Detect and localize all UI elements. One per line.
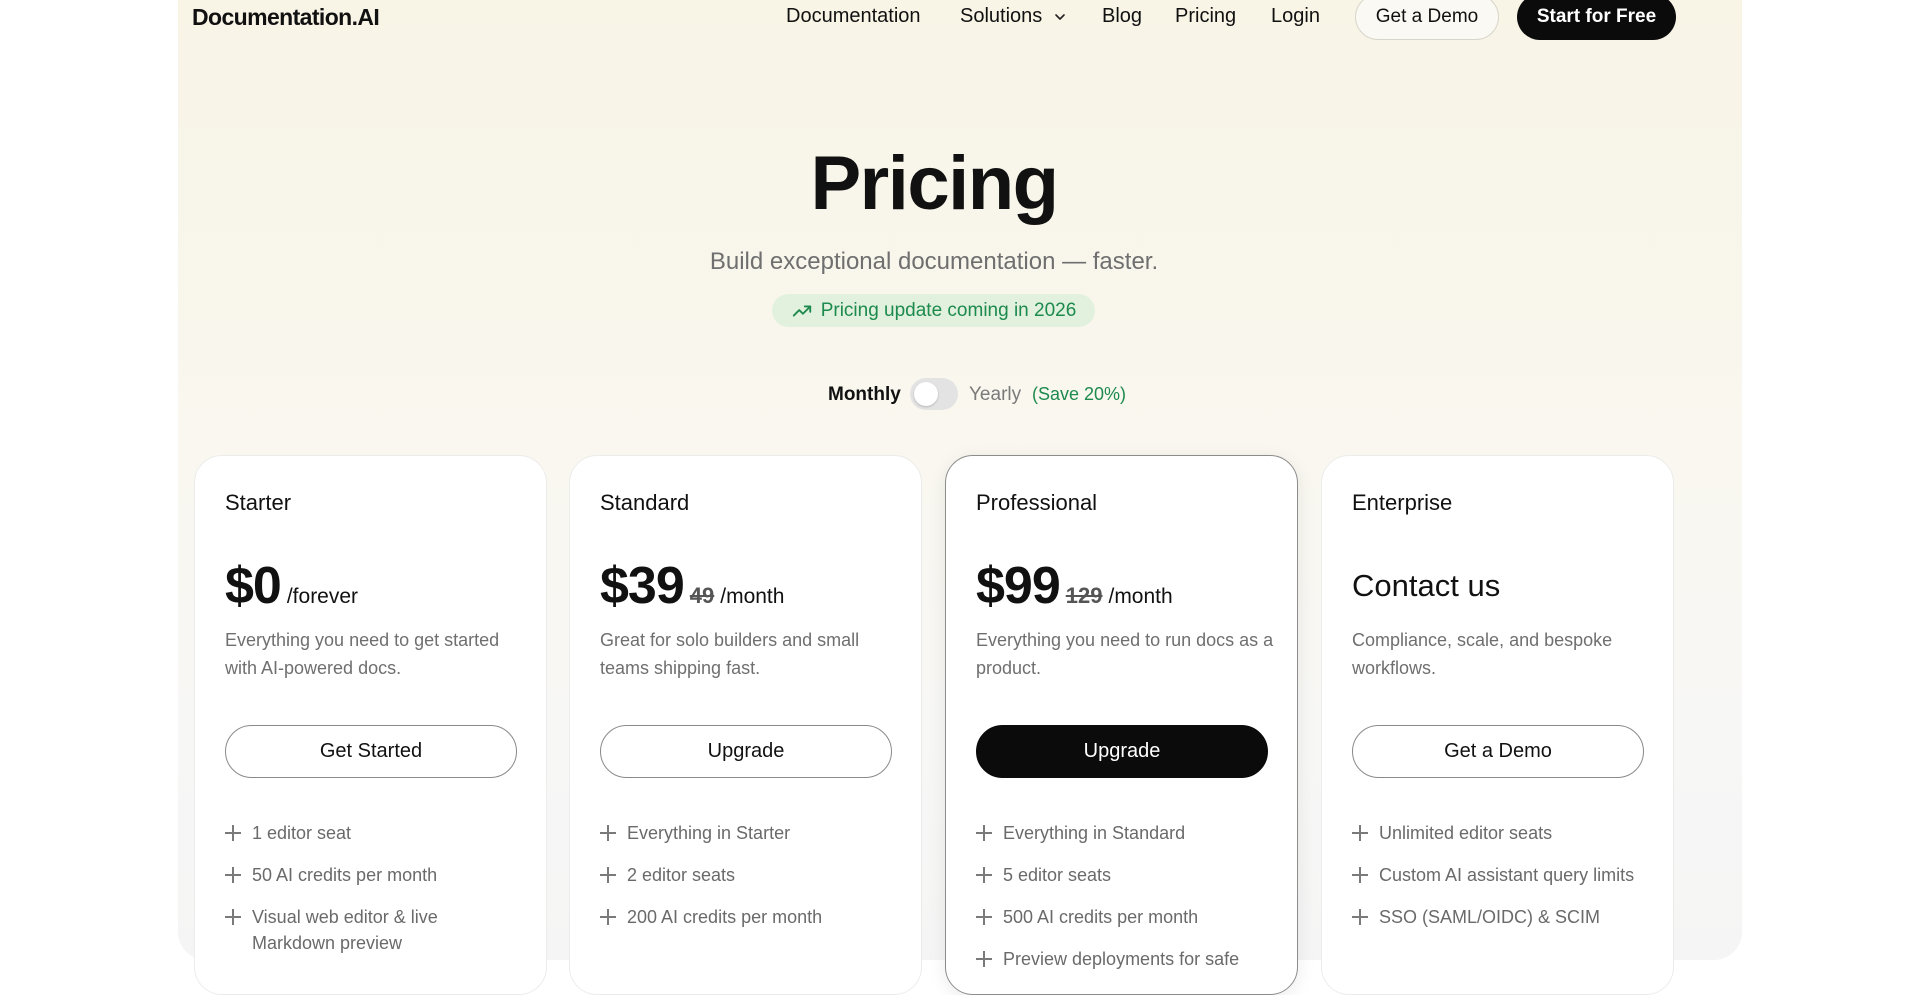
plan-old-price: 49 xyxy=(689,583,715,608)
plus-icon xyxy=(225,909,241,925)
feature-text: Visual web editor & live Markdown previe… xyxy=(252,907,438,953)
feature-text: Everything in Standard xyxy=(1003,823,1186,843)
start-free-button[interactable]: Start for Free xyxy=(1517,0,1676,40)
plan-description: Everything you need to get started with … xyxy=(225,630,500,678)
logo[interactable]: Documentation.AI xyxy=(192,4,380,31)
plus-icon xyxy=(1352,825,1368,841)
plus-icon xyxy=(225,867,241,883)
plan-name: Professional xyxy=(976,490,1098,515)
plan-name: Starter xyxy=(225,490,292,515)
plan-card-starter: Starter $0 /forever Everything you need … xyxy=(194,455,547,995)
feature-item: Unlimited editor seats xyxy=(1352,820,1652,846)
feature-item: SSO (SAML/OIDC) & SCIM xyxy=(1352,904,1652,930)
plan-card-professional: Professional $99 129 /month Everything y… xyxy=(945,455,1298,995)
plus-icon xyxy=(976,867,992,883)
pricing-notice-badge: Pricing update coming in 2026 xyxy=(772,294,1095,327)
plan-price: $39 xyxy=(600,557,685,615)
feature-list: 1 editor seat 50 AI credits per month Vi… xyxy=(225,820,525,972)
plan-price: $0 xyxy=(225,557,282,615)
feature-text: 50 AI credits per month xyxy=(252,865,438,885)
upgrade-button[interactable]: Upgrade xyxy=(976,725,1268,778)
monthly-label[interactable]: Monthly xyxy=(828,384,901,406)
plan-period: /month xyxy=(720,585,785,608)
plan-old-price: 129 xyxy=(1065,583,1103,608)
feature-text: 5 editor seats xyxy=(1003,865,1112,885)
feature-item: 500 AI credits per month xyxy=(976,904,1276,930)
plus-icon xyxy=(600,825,616,841)
feature-text: Unlimited editor seats xyxy=(1379,823,1553,843)
page-subtitle: Build exceptional documentation — faster… xyxy=(709,248,1159,275)
feature-text: 1 editor seat xyxy=(252,823,352,843)
plan-card-standard: Standard $39 49 /month Great for solo bu… xyxy=(569,455,922,995)
plan-period: /month xyxy=(1108,585,1173,608)
feature-item: Preview deployments for safe xyxy=(976,946,1276,972)
feature-item: 50 AI credits per month xyxy=(225,862,525,888)
pricing-notice-text: Pricing update coming in 2026 xyxy=(820,299,1077,321)
feature-item: 200 AI credits per month xyxy=(600,904,900,930)
nav-link-blog[interactable]: Blog xyxy=(1102,5,1142,28)
billing-switch[interactable] xyxy=(910,378,958,410)
feature-text: Everything in Starter xyxy=(627,823,791,843)
feature-item: Visual web editor & live Markdown previe… xyxy=(225,904,525,956)
feature-text: 2 editor seats xyxy=(627,865,736,885)
page-title: Pricing xyxy=(810,141,1059,226)
plus-icon xyxy=(225,825,241,841)
feature-item: Everything in Starter xyxy=(600,820,900,846)
plan-contact: Contact us xyxy=(1352,568,1501,603)
feature-item: Custom AI assistant query limits xyxy=(1352,862,1652,888)
plus-icon xyxy=(1352,867,1368,883)
plan-description: Compliance, scale, and bespoke workflows… xyxy=(1352,630,1613,678)
nav-link-pricing[interactable]: Pricing xyxy=(1175,5,1236,28)
feature-item: 2 editor seats xyxy=(600,862,900,888)
feature-text: SSO (SAML/OIDC) & SCIM xyxy=(1379,907,1601,927)
price-row: $99 129 /month xyxy=(976,556,1173,616)
nav-link-solutions[interactable]: Solutions xyxy=(960,5,1068,28)
get-demo-button[interactable]: Get a Demo xyxy=(1355,0,1499,40)
upgrade-button[interactable]: Upgrade xyxy=(600,725,892,778)
get-started-button[interactable]: Get Started xyxy=(225,725,517,778)
yearly-label[interactable]: Yearly xyxy=(969,384,1021,406)
chevron-down-icon xyxy=(1055,13,1065,20)
get-demo-plan-button[interactable]: Get a Demo xyxy=(1352,725,1644,778)
plan-price: $99 xyxy=(976,557,1061,615)
plus-icon xyxy=(600,867,616,883)
plus-icon xyxy=(976,909,992,925)
feature-text: Preview deployments for safe xyxy=(1003,949,1240,969)
price-row: $0 /forever xyxy=(225,556,358,616)
plus-icon xyxy=(976,825,992,841)
feature-text: 500 AI credits per month xyxy=(1003,907,1199,927)
plan-name: Enterprise xyxy=(1352,490,1453,515)
save-badge: (Save 20%) xyxy=(1032,384,1127,404)
price-row: $39 49 /month xyxy=(600,556,784,616)
feature-text: Custom AI assistant query limits xyxy=(1379,865,1635,885)
feature-item: 5 editor seats xyxy=(976,862,1276,888)
feature-text: 200 AI credits per month xyxy=(627,907,823,927)
plus-icon xyxy=(1352,909,1368,925)
feature-list: Unlimited editor seats Custom AI assista… xyxy=(1352,820,1652,946)
switch-knob xyxy=(914,382,938,406)
nav-link-solutions-label: Solutions xyxy=(960,5,1043,27)
billing-toggle: Monthly Yearly (Save 20%) xyxy=(0,378,1868,412)
feature-list: Everything in Starter 2 editor seats 200… xyxy=(600,820,900,946)
plan-name: Standard xyxy=(600,490,690,515)
nav-link-documentation[interactable]: Documentation xyxy=(786,5,921,28)
trending-up-icon xyxy=(792,305,811,316)
nav-link-login[interactable]: Login xyxy=(1271,5,1320,28)
plan-period: /forever xyxy=(286,585,359,608)
plan-description: Great for solo builders and small teams … xyxy=(600,630,860,678)
plan-card-enterprise: Enterprise Contact us Compliance, scale,… xyxy=(1321,455,1674,995)
feature-item: Everything in Standard xyxy=(976,820,1276,846)
plan-description: Everything you need to run docs as a pro… xyxy=(976,630,1274,678)
plus-icon xyxy=(976,951,992,967)
plus-icon xyxy=(600,909,616,925)
feature-list: Everything in Standard 5 editor seats 50… xyxy=(976,820,1276,988)
feature-item: 1 editor seat xyxy=(225,820,525,846)
